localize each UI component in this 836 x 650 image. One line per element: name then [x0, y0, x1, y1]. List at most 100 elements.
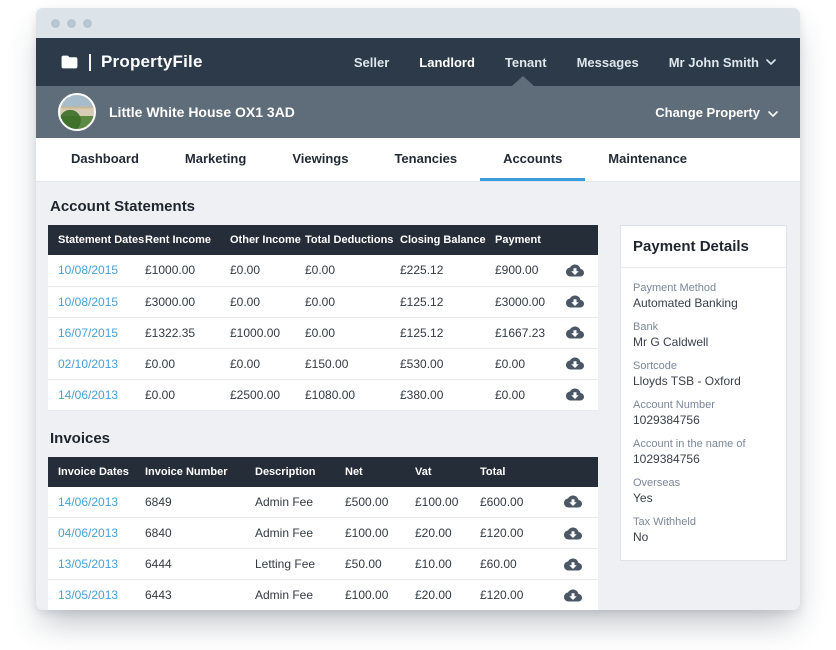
date-link[interactable]: 16/07/2015 — [48, 317, 145, 348]
nav-item-mr-john-smith[interactable]: Mr John Smith — [669, 55, 776, 70]
cell-value: £10.00 — [415, 549, 480, 580]
download-button[interactable] — [565, 387, 585, 402]
folder-icon — [60, 54, 79, 70]
cell-value: 6840 — [145, 518, 255, 549]
content-area: Account Statements Statement DatesRent I… — [36, 182, 800, 610]
chevron-down-icon — [768, 111, 778, 117]
cloud-download-icon — [563, 557, 583, 572]
nav-item-landlord[interactable]: Landlord — [419, 55, 475, 70]
statements-title: Account Statements — [50, 198, 600, 215]
payment-details-title: Payment Details — [621, 226, 786, 268]
download-cell — [552, 317, 598, 348]
column-header-download — [547, 457, 598, 487]
cell-value: Letting Fee — [255, 549, 345, 580]
table-row: 13/05/20136444Letting Fee£50.00£10.00£60… — [48, 549, 598, 580]
header-row: Invoice DatesInvoice NumberDescriptionNe… — [48, 457, 598, 487]
brand-logo[interactable]: PropertyFile — [60, 52, 203, 72]
tab-maintenance[interactable]: Maintenance — [585, 138, 710, 181]
date-link[interactable]: 10/08/2015 — [48, 255, 145, 286]
column-header-total-deductions: Total Deductions — [305, 225, 400, 255]
date-link[interactable]: 02/10/2013 — [48, 348, 145, 379]
date-link[interactable]: 13/05/2013 — [48, 580, 145, 611]
browser-chrome — [36, 8, 800, 38]
column-header-statement-dates: Statement Dates — [48, 225, 145, 255]
cell-value: £225.12 — [400, 255, 495, 286]
cell-value: £100.00 — [345, 580, 415, 611]
table-row: 04/06/20136840Admin Fee£100.00£20.00£120… — [48, 518, 598, 549]
cell-value: £0.00 — [230, 286, 305, 317]
column-header-vat: Vat — [415, 457, 480, 487]
property-name: Little White House OX1 3AD — [109, 104, 295, 120]
nav-item-messages[interactable]: Messages — [577, 55, 639, 70]
app-header: PropertyFile Seller Landlord Tenant Message… — [36, 38, 800, 86]
table-row: 10/08/2015£3000.00£0.00£0.00£125.12£3000… — [48, 286, 598, 317]
field-label: Account in the name of — [633, 437, 774, 452]
download-cell — [547, 549, 598, 580]
table-row: 14/06/20136849Admin Fee£500.00£100.00£60… — [48, 487, 598, 518]
cell-value: £0.00 — [305, 317, 400, 348]
column-header-invoice-dates: Invoice Dates — [48, 457, 145, 487]
property-avatar — [58, 93, 96, 131]
cell-value: £0.00 — [145, 379, 230, 410]
cell-value: £0.00 — [230, 255, 305, 286]
download-button[interactable] — [565, 263, 585, 278]
field-value: Lloyds TSB - Oxford — [633, 374, 774, 389]
brand-divider — [89, 54, 91, 71]
field-value: Automated Banking — [633, 296, 774, 311]
cloud-download-icon — [565, 263, 585, 278]
cloud-download-icon — [563, 494, 583, 509]
payment-detail-field: Account Number1029384756 — [633, 398, 774, 428]
download-cell — [552, 348, 598, 379]
date-link[interactable]: 04/06/2013 — [48, 518, 145, 549]
cell-value: £3000.00 — [495, 286, 552, 317]
payment-details-panel: Payment Details Payment MethodAutomated … — [620, 225, 787, 561]
nav-item-tenant[interactable]: Tenant — [505, 55, 547, 70]
column-header-closing-balance: Closing Balance — [400, 225, 495, 255]
cell-value: £120.00 — [480, 580, 547, 611]
nav-item-seller[interactable]: Seller — [354, 55, 389, 70]
field-label: Account Number — [633, 398, 774, 413]
cell-value: £50.00 — [345, 549, 415, 580]
date-link[interactable]: 14/06/2013 — [48, 379, 145, 410]
download-button[interactable] — [565, 294, 585, 309]
app-window: PropertyFile Seller Landlord Tenant Message… — [36, 8, 800, 610]
tab-dashboard[interactable]: Dashboard — [48, 138, 162, 181]
field-value: 1029384756 — [633, 452, 774, 467]
field-label: Overseas — [633, 476, 774, 491]
tab-accounts[interactable]: Accounts — [480, 138, 585, 181]
download-button[interactable] — [565, 325, 585, 340]
download-cell — [552, 286, 598, 317]
window-maximize-button[interactable] — [83, 19, 92, 28]
cell-value: £0.00 — [145, 348, 230, 379]
payment-details-body: Payment MethodAutomated BankingBankMr G … — [621, 268, 786, 560]
tab-viewings[interactable]: Viewings — [269, 138, 371, 181]
download-button[interactable] — [563, 526, 583, 541]
window-minimize-button[interactable] — [67, 19, 76, 28]
cell-value: £0.00 — [230, 348, 305, 379]
download-button[interactable] — [565, 356, 585, 371]
payment-detail-field: Account in the name of1029384756 — [633, 437, 774, 467]
cell-value: £1667.23 — [495, 317, 552, 348]
column-header-download — [552, 225, 598, 255]
cell-value: £530.00 — [400, 348, 495, 379]
table-row: 16/07/2015£1322.35£1000.00£0.00£125.12£1… — [48, 317, 598, 348]
cell-value: £600.00 — [480, 487, 547, 518]
field-value: 1029384756 — [633, 413, 774, 428]
cell-value: £20.00 — [415, 518, 480, 549]
download-button[interactable] — [563, 557, 583, 572]
payment-detail-field: Tax WithheldNo — [633, 515, 774, 545]
date-link[interactable]: 10/08/2015 — [48, 286, 145, 317]
cell-value: Admin Fee — [255, 518, 345, 549]
change-property-button[interactable]: Change Property — [655, 105, 778, 120]
property-bar: Little White House OX1 3AD Change Proper… — [36, 86, 800, 138]
download-button[interactable] — [563, 494, 583, 509]
download-button[interactable] — [563, 588, 583, 603]
window-close-button[interactable] — [51, 19, 60, 28]
cell-value: 6443 — [145, 580, 255, 611]
date-link[interactable]: 14/06/2013 — [48, 487, 145, 518]
tab-marketing[interactable]: Marketing — [162, 138, 269, 181]
header-row: Statement DatesRent IncomeOther IncomeTo… — [48, 225, 598, 255]
date-link[interactable]: 13/05/2013 — [48, 549, 145, 580]
cloud-download-icon — [563, 588, 583, 603]
tab-tenancies[interactable]: Tenancies — [371, 138, 480, 181]
